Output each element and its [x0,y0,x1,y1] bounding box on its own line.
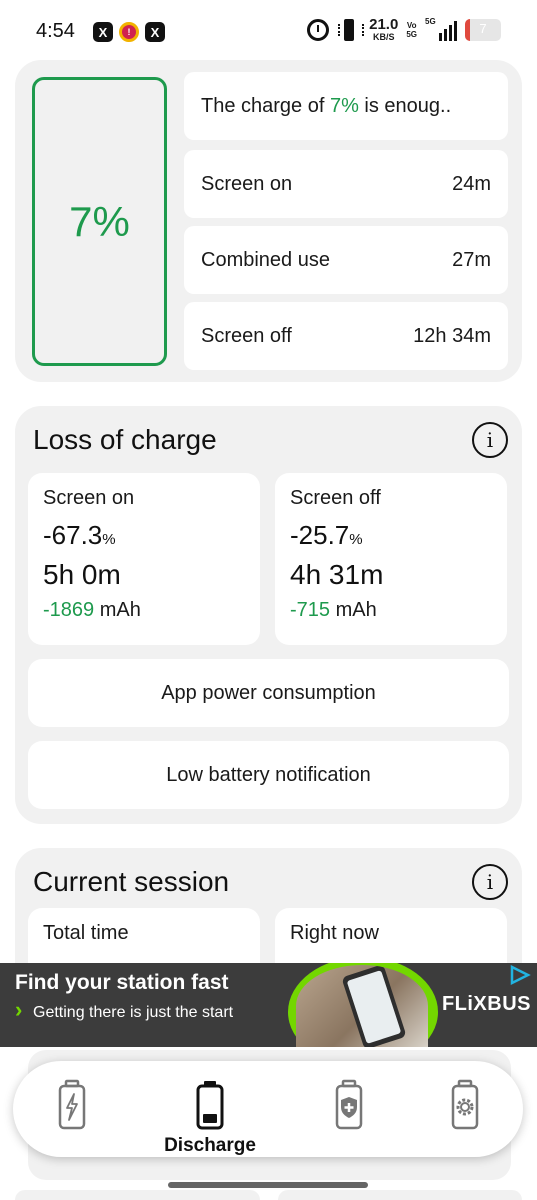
nav-item-discharge[interactable]: Discharge [155,1061,265,1157]
system-icons: 21.0 KB/S Vo 5G 5G 7 [307,16,501,42]
battery-charge-icon [58,1079,86,1130]
status-bar: 4:54 X ! X 21.0 KB/S Vo 5G 5G 7 [0,0,537,64]
nav-item-charge[interactable] [17,1061,127,1157]
estimate-row-screen-on: Screen on 24m [184,150,508,218]
charge-estimate-message[interactable]: The charge of 7% is enoug.. [184,72,508,140]
ad-choices-icon[interactable] [509,965,531,985]
estimate-row-screen-off: Screen off 12h 34m [184,302,508,370]
info-icon[interactable]: i [472,422,508,458]
ad-title: Find your station fast [15,971,229,994]
notification-icons: X ! X [93,22,165,42]
x-app-icon: X [93,22,113,42]
info-icon[interactable]: i [472,864,508,900]
nav-label-discharge: Discharge [164,1135,256,1156]
signal-icon: 5G [425,17,457,41]
ad-banner[interactable]: Find your station fast Getting there is … [0,963,537,1047]
charge-summary-card: 7% The charge of 7% is enoug.. Screen on… [15,60,522,382]
current-session-title: Current session [33,866,230,897]
loss-of-charge-card: Loss of charge i Screen on -67.3% 5h 0m … [15,406,522,824]
ad-subtitle: Getting there is just the start [15,1000,255,1022]
volte-icon: Vo 5G [406,21,417,39]
loss-of-charge-title: Loss of charge [33,424,217,455]
charge-level-box: 7% [32,77,167,366]
ad-phone-image [341,965,407,1047]
estimate-row-combined-use: Combined use 27m [184,226,508,294]
charge-estimate-text: The charge of 7% is enoug.. [201,94,452,117]
network-speed: 21.0 KB/S [369,16,399,42]
battery-status-icon: 7 [465,19,501,41]
alarm-icon [307,19,330,41]
content-peek-left [15,1190,260,1200]
screen-off-loss-stat: Screen off -25.7% 4h 31m -715 mAh [275,473,507,645]
charge-percent: 7% [69,197,130,245]
battery-discharge-icon [196,1081,224,1130]
status-time: 4:54 [36,20,75,42]
vibrate-icon [337,19,365,41]
screen-on-loss-stat: Screen on -67.3% 5h 0m -1869 mAh [28,473,260,645]
gesture-bar[interactable] [168,1182,368,1188]
nav-item-health[interactable] [294,1061,404,1157]
content-peek-right [278,1190,522,1200]
nav-item-settings[interactable] [410,1061,520,1157]
app-power-consumption-button[interactable]: App power consumption [28,659,509,727]
alert-app-icon: ! [119,22,139,42]
battery-settings-icon [451,1079,479,1130]
battery-health-icon [335,1079,363,1130]
x-app-icon: X [145,22,165,42]
bottom-nav: Discharge [13,1061,523,1157]
ad-image [296,965,428,1047]
low-battery-notification-button[interactable]: Low battery notification [28,741,509,809]
ad-brand-logo: FLiXBUS [441,993,531,1015]
